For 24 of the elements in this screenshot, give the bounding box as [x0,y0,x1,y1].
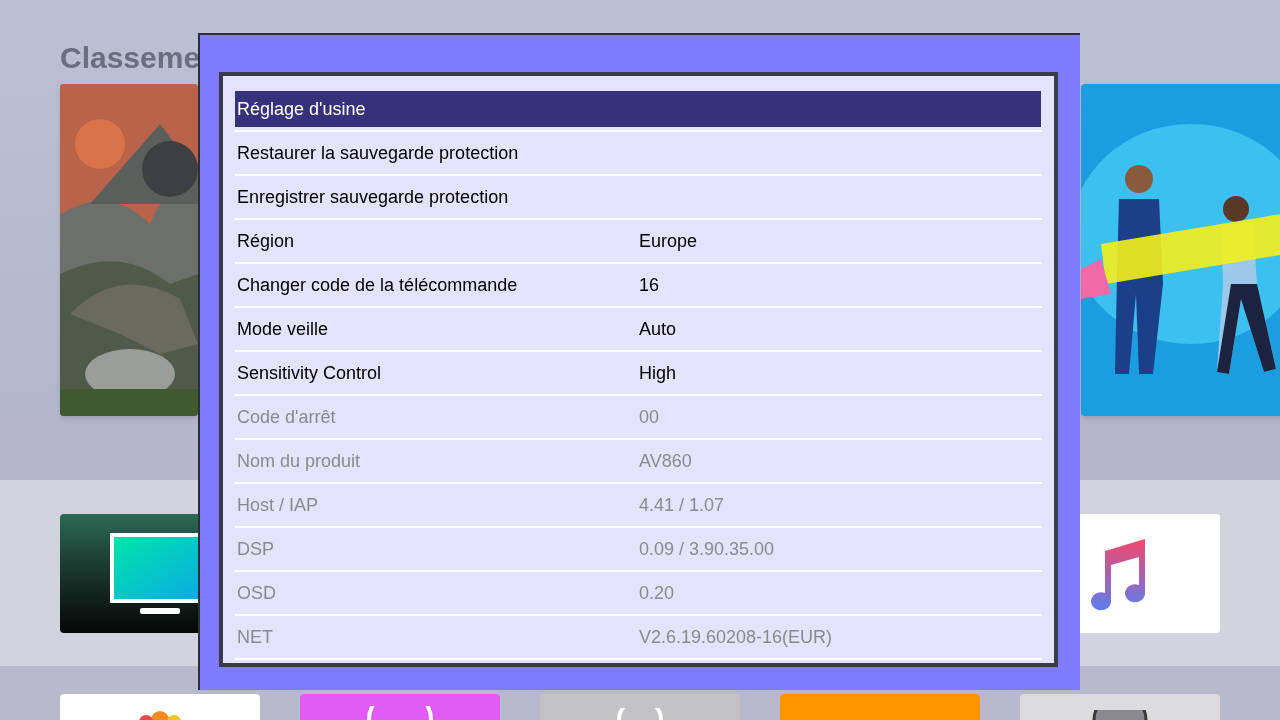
section-heading: Classeme [60,41,201,74]
app-tile[interactable] [540,694,740,720]
menu-value: 4.41 / 1.07 [639,493,725,517]
menu-item[interactable]: Mode veille Auto [235,311,1041,347]
menu-value: V2.6.19.60208-16(EUR) [639,625,833,649]
menu-value: 0.20 [639,581,675,605]
menu-item[interactable]: Région Europe [235,223,1041,259]
menu-value: 00 [639,405,660,429]
menu-value: High [639,361,677,385]
menu-value: 0.09 / 3.90.35.00 [639,537,775,561]
app-tile[interactable] [60,694,260,720]
menu-item[interactable]: Sensitivity Control High [235,355,1041,391]
menu-item[interactable]: Enregistrer sauvegarde protection [235,179,1041,215]
app-tile[interactable] [1020,694,1220,720]
menu-value: Auto [639,317,677,341]
menu-item[interactable]: Réglage d'usine [235,91,1041,127]
dial-icon [1090,710,1150,720]
menu-value: AV860 [639,449,692,473]
menu-value: 16 [639,273,660,297]
app-tile[interactable] [780,694,980,720]
menu-item[interactable]: Restaurer la sauvegarde protection [235,135,1041,171]
app-tile[interactable] [300,694,500,720]
menu-value: Europe [639,229,698,253]
menu-item[interactable]: Changer code de la télécommande 16 [235,267,1041,303]
